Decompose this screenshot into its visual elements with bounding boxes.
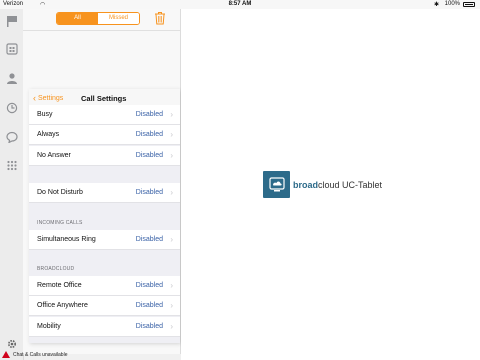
chevron-right-icon: › [170,301,173,310]
battery-percent: 100% [444,1,460,7]
product-name: UC-Tablet [342,179,383,190]
chevron-right-icon: › [170,188,173,197]
battery-icon [463,2,475,7]
setting-row-mobility[interactable]: Mobility Disabled › [29,317,180,337]
setting-row-remote-office[interactable]: Remote Office Disabled › [29,276,180,296]
filter-missed-tab[interactable]: Missed [98,13,139,24]
status-bar: Verizon ◠ 8:57 AM ✱ 100% [0,0,480,9]
setting-row-do-not-disturb[interactable]: Do Not Disturb Disabled › [29,183,180,203]
setting-value: Disabled [135,152,163,159]
setting-label: Simultaneous Ring [37,236,96,243]
connection-status-bar: Chat & Calls unavailable [0,350,180,360]
setting-label: Do Not Disturb [37,189,83,196]
broadcloud-logo-icon [263,171,290,198]
call-settings-panel: ‹ Settings Call Settings Busy Disabled ›… [29,89,180,343]
nav-rail [0,9,24,360]
filter-all-tab[interactable]: All [57,13,98,24]
person-icon[interactable] [5,72,18,85]
setting-value: Disabled [135,131,163,138]
setting-value: Disabled [135,236,163,243]
setting-label: No Answer [37,152,71,159]
setting-value: Disabled [135,189,163,196]
brand-name-rest: cloud [318,179,340,190]
setting-label: Always [37,131,60,138]
setting-row-no-answer[interactable]: No Answer Disabled › [29,146,180,166]
setting-label: Busy [37,111,53,118]
chevron-right-icon: › [170,110,173,119]
section-header-incoming: INCOMING CALLS [37,220,83,226]
setting-row-busy[interactable]: Busy Disabled › [29,105,180,125]
setting-value: Disabled [135,302,163,309]
setting-row-simultaneous-ring[interactable]: Simultaneous Ring Disabled › [29,230,180,250]
setting-value: Disabled [135,323,163,330]
contacts-card-icon[interactable] [5,43,18,56]
trash-icon[interactable] [154,11,166,25]
history-icon[interactable] [5,102,18,115]
setting-label: Remote Office [37,282,82,289]
brand-logo: broadcloud UC-Tablet [263,171,382,198]
chevron-right-icon: › [170,151,173,160]
clock: 8:57 AM [228,1,252,7]
setting-row-office-anywhere[interactable]: Office Anywhere Disabled › [29,296,180,316]
chevron-right-icon: › [170,281,173,290]
bluetooth-icon: ✱ [433,2,439,8]
brand-name-bold: broad [293,179,319,190]
setting-label: Office Anywhere [37,302,88,309]
section-header-broadcloud: BROADCLOUD [37,266,75,272]
setting-label: Mobility [37,323,61,330]
chevron-right-icon: › [170,322,173,331]
brand-name: broadcloud UC-Tablet [293,180,382,190]
chevron-right-icon: › [170,130,173,139]
chat-icon[interactable] [5,131,18,144]
flag-icon[interactable] [5,15,18,28]
setting-value: Disabled [135,111,163,118]
chevron-left-icon: ‹ [33,93,36,103]
dialpad-icon[interactable] [5,160,18,173]
warning-icon [2,351,10,358]
page-title: Call Settings [81,94,127,103]
divider [23,30,180,31]
chevron-right-icon: › [170,235,173,244]
back-label: Settings [38,95,64,102]
setting-row-always[interactable]: Always Disabled › [29,125,180,145]
connection-status-text: Chat & Calls unavailable [13,352,68,358]
back-button[interactable]: ‹ Settings [33,94,63,103]
setting-value: Disabled [135,282,163,289]
history-filter: All Missed [56,12,140,25]
